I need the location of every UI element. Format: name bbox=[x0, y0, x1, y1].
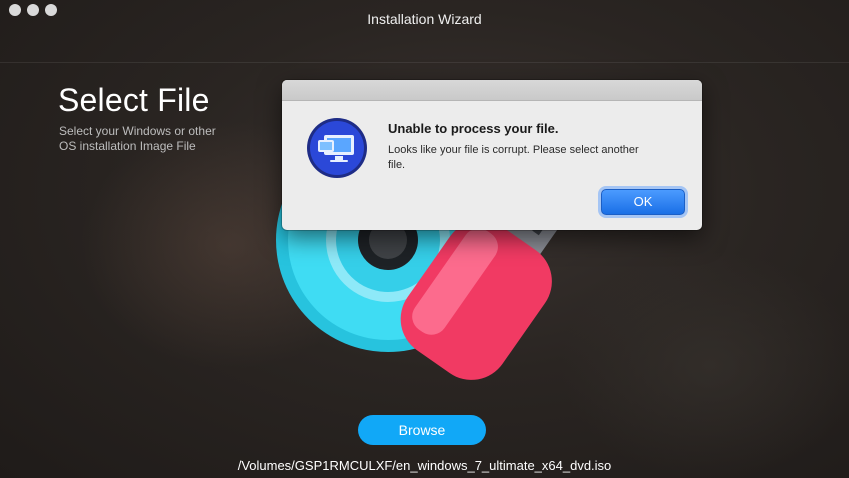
header-divider bbox=[0, 62, 849, 63]
title-bar: Installation Wizard bbox=[0, 0, 849, 38]
selected-file-path: /Volumes/GSP1RMCULXF/en_windows_7_ultima… bbox=[237, 458, 612, 473]
window-title: Installation Wizard bbox=[367, 11, 482, 27]
installer-window: Installation Wizard Select File Select y… bbox=[0, 0, 849, 478]
browse-button[interactable]: Browse bbox=[358, 415, 486, 445]
monitor-app-icon bbox=[307, 118, 367, 178]
ok-button[interactable]: OK bbox=[601, 189, 685, 215]
page-title: Select File bbox=[58, 82, 210, 118]
dialog-message: Looks like your file is corrupt. Please … bbox=[388, 144, 639, 171]
error-dialog: Unable to process your file. Looks like … bbox=[282, 80, 702, 230]
page-subtitle: Select your Windows or other OS installa… bbox=[59, 124, 216, 153]
dialog-title: Unable to process your file. bbox=[388, 121, 559, 136]
dialog-title-bar bbox=[282, 80, 702, 101]
background-blur bbox=[560, 250, 849, 478]
